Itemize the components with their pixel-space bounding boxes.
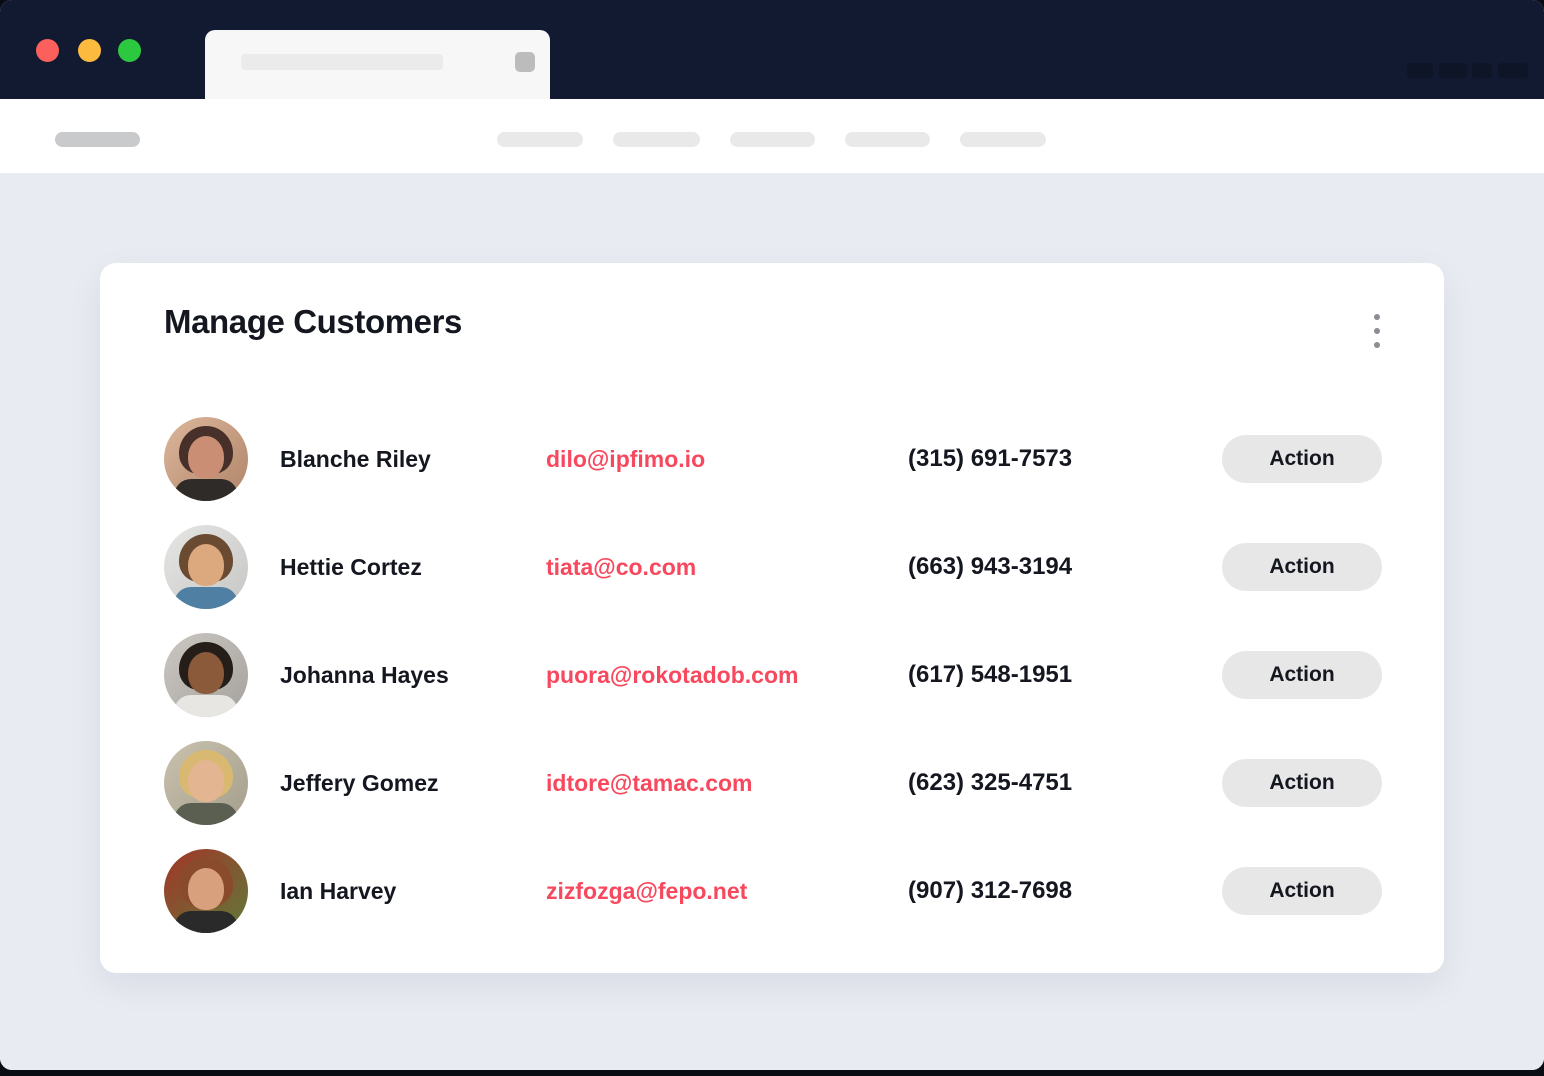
- action-button[interactable]: Action: [1222, 435, 1382, 483]
- customer-name: Johanna Hayes: [280, 662, 546, 689]
- customer-name: Hettie Cortez: [280, 554, 546, 581]
- customer-name: Jeffery Gomez: [280, 770, 546, 797]
- avatar: [164, 633, 248, 717]
- address-bar-placeholder: [55, 132, 140, 147]
- avatar: [164, 741, 248, 825]
- tab-title-placeholder: [241, 54, 443, 70]
- customer-phone: (623) 325-4751: [908, 769, 1222, 797]
- customer-name: Ian Harvey: [280, 878, 546, 905]
- customer-phone: (907) 312-7698: [908, 877, 1222, 905]
- nav-link-placeholder: [613, 132, 700, 147]
- customer-name: Blanche Riley: [280, 446, 546, 473]
- window-close-button[interactable]: [36, 39, 59, 62]
- kebab-vertical-icon[interactable]: [1366, 310, 1388, 352]
- tab-favicon-placeholder: [515, 52, 535, 72]
- avatar: [164, 525, 248, 609]
- browser-toolbar: [0, 99, 1544, 173]
- browser-titlebar: [0, 0, 1544, 99]
- customer-phone: (315) 691-7573: [908, 445, 1222, 473]
- avatar: [164, 417, 248, 501]
- action-button[interactable]: Action: [1222, 867, 1382, 915]
- titlebar-menu-placeholder: [1472, 63, 1492, 78]
- browser-window: Manage Customers Blanche Riley dilo@ipfi…: [0, 0, 1544, 1070]
- nav-link-placeholder: [497, 132, 583, 147]
- window-minimize-button[interactable]: [78, 39, 101, 62]
- nav-link-placeholder: [730, 132, 815, 147]
- titlebar-menu-placeholder: [1498, 63, 1528, 78]
- page-content: Manage Customers Blanche Riley dilo@ipfi…: [0, 173, 1544, 1070]
- browser-tab[interactable]: [205, 30, 550, 99]
- titlebar-menu-placeholder: [1439, 63, 1467, 78]
- nav-link-placeholder: [960, 132, 1046, 147]
- customer-email-link[interactable]: tiata@co.com: [546, 554, 908, 581]
- table-row: Jeffery Gomez idtore@tamac.com (623) 325…: [164, 729, 1382, 837]
- customer-email-link[interactable]: zizfozga@fepo.net: [546, 878, 908, 905]
- customer-email-link[interactable]: puora@rokotadob.com: [546, 662, 908, 689]
- table-row: Ian Harvey zizfozga@fepo.net (907) 312-7…: [164, 837, 1382, 945]
- table-row: Hettie Cortez tiata@co.com (663) 943-319…: [164, 513, 1382, 621]
- nav-link-placeholder: [845, 132, 930, 147]
- manage-customers-card: Manage Customers Blanche Riley dilo@ipfi…: [100, 263, 1444, 973]
- action-button[interactable]: Action: [1222, 759, 1382, 807]
- card-header: Manage Customers: [164, 263, 1382, 352]
- avatar: [164, 849, 248, 933]
- customer-list: Blanche Riley dilo@ipfimo.io (315) 691-7…: [164, 405, 1382, 945]
- customer-email-link[interactable]: dilo@ipfimo.io: [546, 446, 908, 473]
- action-button[interactable]: Action: [1222, 651, 1382, 699]
- action-button[interactable]: Action: [1222, 543, 1382, 591]
- window-zoom-button[interactable]: [118, 39, 141, 62]
- table-row: Johanna Hayes puora@rokotadob.com (617) …: [164, 621, 1382, 729]
- table-row: Blanche Riley dilo@ipfimo.io (315) 691-7…: [164, 405, 1382, 513]
- page-title: Manage Customers: [164, 303, 462, 341]
- customer-phone: (617) 548-1951: [908, 661, 1222, 689]
- customer-phone: (663) 943-3194: [908, 553, 1222, 581]
- customer-email-link[interactable]: idtore@tamac.com: [546, 770, 908, 797]
- titlebar-menu-placeholder: [1407, 63, 1433, 78]
